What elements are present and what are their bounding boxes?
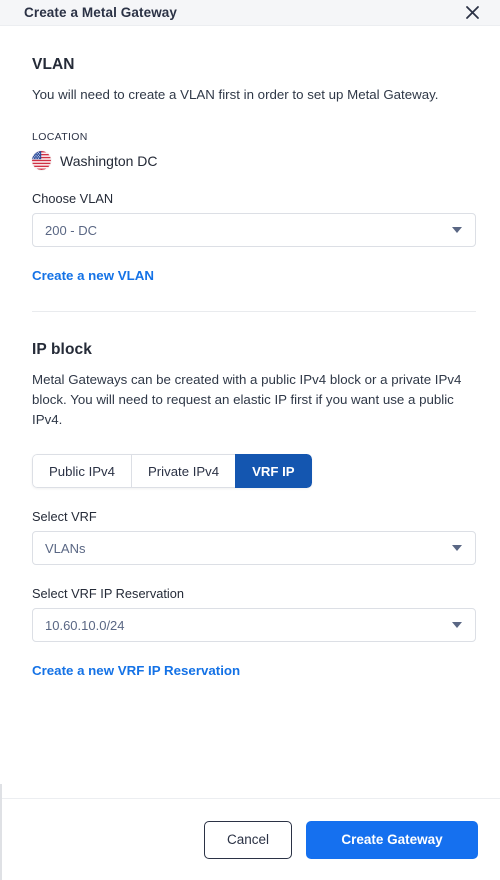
cancel-button[interactable]: Cancel [203, 820, 292, 859]
location-value: Washington DC [60, 152, 158, 169]
select-vrf-dropdown[interactable]: VLANs [32, 531, 476, 565]
location-label: LOCATION [32, 131, 88, 143]
chevron-down-icon [452, 545, 462, 551]
chevron-down-icon [452, 622, 462, 628]
location-row: Washington DC [32, 151, 476, 170]
vlan-section-description: You will need to create a VLAN first in … [32, 87, 439, 102]
modal-left-edge [0, 784, 2, 880]
tab-private-ipv4[interactable]: Private IPv4 [130, 454, 236, 488]
vlan-section-title: VLAN [32, 56, 75, 73]
create-metal-gateway-modal: Create a Metal Gateway VLAN You will nee… [0, 0, 500, 880]
ip-block-section-title: IP block [32, 341, 92, 358]
chevron-down-icon [452, 227, 462, 233]
modal-header: Create a Metal Gateway [0, 0, 500, 26]
close-icon[interactable] [462, 3, 482, 23]
create-new-vrf-ip-reservation-link[interactable]: Create a new VRF IP Reservation [32, 663, 240, 678]
choose-vlan-value: 200 - DC [45, 222, 98, 238]
section-divider [32, 311, 476, 312]
ip-block-type-tabs: Public IPv4 Private IPv4 VRF IP [32, 454, 312, 488]
create-new-vlan-link[interactable]: Create a new VLAN [32, 268, 154, 283]
modal-title: Create a Metal Gateway [24, 4, 178, 20]
ip-block-section-description: Metal Gateways can be created with a pub… [32, 372, 462, 427]
vlan-section: VLAN You will need to create a VLAN firs… [32, 56, 476, 285]
select-vrf-reservation-label: Select VRF IP Reservation [32, 586, 184, 601]
select-vrf-reservation-value: 10.60.10.0/24 [45, 617, 125, 633]
select-vrf-label: Select VRF [32, 509, 97, 524]
modal-body: VLAN You will need to create a VLAN firs… [0, 26, 500, 798]
us-flag-icon [32, 151, 51, 170]
select-vrf-value: VLANs [45, 540, 86, 556]
choose-vlan-label: Choose VLAN [32, 191, 114, 206]
choose-vlan-select[interactable]: 200 - DC [32, 213, 476, 247]
tab-vrf-ip[interactable]: VRF IP [235, 454, 312, 488]
create-gateway-button[interactable]: Create Gateway [306, 820, 478, 859]
ip-block-section: IP block Metal Gateways can be created w… [32, 341, 476, 680]
tab-public-ipv4[interactable]: Public IPv4 [32, 454, 131, 488]
modal-footer: Cancel Create Gateway [0, 798, 500, 880]
select-vrf-reservation-dropdown[interactable]: 10.60.10.0/24 [32, 608, 476, 642]
